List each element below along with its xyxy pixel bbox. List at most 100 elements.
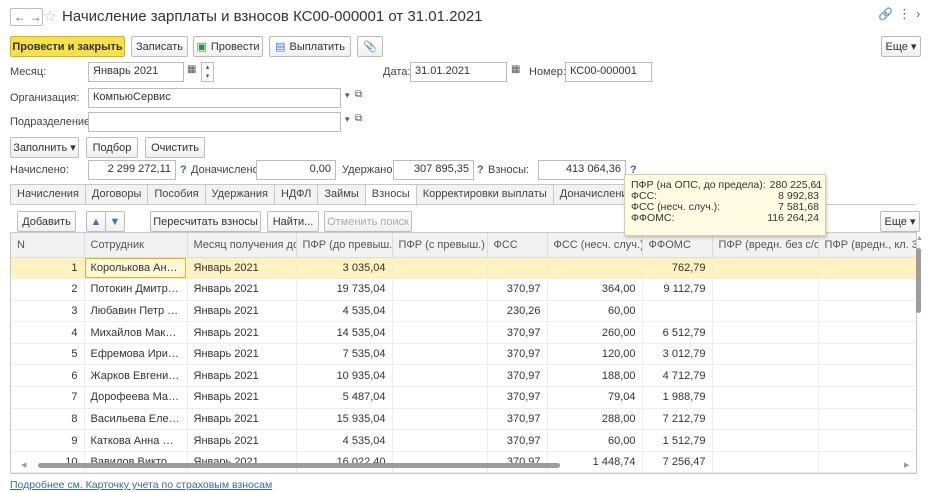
month-spin-button[interactable]: ▴ ▾ [201, 62, 214, 82]
table-cell[interactable] [392, 386, 488, 409]
forward-button[interactable]: → [29, 8, 43, 26]
table-cell[interactable]: 364,00 [547, 278, 643, 301]
tab-payment-corrections[interactable]: Корректировки выплаты [415, 184, 554, 205]
organization-open-icon[interactable]: ⧉ [355, 89, 362, 100]
table-cell[interactable] [392, 257, 488, 280]
table-cell[interactable]: Любавин Петр Ивано... [84, 300, 188, 323]
tab-contracts[interactable]: Договоры [84, 184, 149, 205]
organization-dropdown-icon[interactable]: ▾ [345, 90, 350, 101]
department-open-icon[interactable]: ⧉ [355, 113, 362, 124]
table-cell[interactable]: 4 [11, 321, 85, 344]
date-calendar-icon[interactable]: ▦ [511, 64, 520, 75]
tab-contributions[interactable]: Взносы [364, 184, 417, 206]
table-cell[interactable]: 60,00 [547, 300, 643, 323]
table-cell[interactable]: 3 012,79 [642, 343, 713, 366]
table-cell[interactable]: 370,97 [487, 278, 548, 301]
table-cell[interactable]: 60,00 [547, 429, 643, 452]
menu-icon[interactable]: ⋮ [898, 6, 911, 22]
table-cell[interactable]: Ефремова Ирина Ни... [84, 343, 188, 366]
post-button[interactable]: ▣ Провести [193, 36, 263, 57]
table-cell[interactable] [712, 451, 819, 473]
table-cell[interactable]: 1 988,79 [642, 386, 713, 409]
table-cell[interactable] [818, 386, 916, 409]
move-down-button[interactable]: ▼ [105, 211, 125, 232]
column-header-employee[interactable]: Сотрудник [84, 233, 188, 258]
more-menu-button[interactable]: Еще ▾ [881, 36, 921, 57]
table-cell[interactable]: 9 112,79 [642, 278, 713, 301]
table-cell[interactable] [392, 300, 488, 323]
table-cell[interactable]: Январь 2021 [187, 321, 297, 344]
table-cell[interactable]: 5 [11, 343, 85, 366]
table-cell[interactable]: Дорофеева Маргарит... [84, 386, 188, 409]
table-row[interactable]: 2Потокин Дмитрий Ол...Январь 202119 735,… [11, 278, 916, 301]
select-button[interactable]: Подбор [86, 137, 138, 158]
tooltip-close-icon[interactable]: × [813, 180, 819, 192]
table-row[interactable]: 5Ефремова Ирина Ни...Январь 20217 535,04… [11, 343, 916, 366]
table-cell[interactable]: 3 035,04 [296, 257, 393, 280]
table-cell[interactable] [392, 321, 488, 344]
table-row[interactable]: 6Жарков Евгений Лео...Январь 202110 935,… [11, 364, 916, 388]
month-field[interactable]: Январь 2021 [88, 62, 184, 82]
column-header-n[interactable]: N [11, 233, 85, 258]
table-cell[interactable] [712, 429, 819, 452]
table-cell[interactable] [818, 257, 916, 280]
table-cell[interactable]: 4 535,04 [296, 429, 393, 452]
column-header-fss-accident[interactable]: ФСС (несч. случ.) [547, 233, 643, 258]
contributions-card-link[interactable]: Подробнее см. Карточку учета по страховы… [10, 479, 272, 491]
table-cell[interactable]: 370,97 [487, 364, 548, 388]
table-cell[interactable]: 79,04 [547, 386, 643, 409]
organization-field[interactable]: КомпьюСервис [88, 88, 341, 108]
table-cell[interactable] [818, 300, 916, 323]
column-header-ffoms[interactable]: ФФОМС [642, 233, 713, 258]
table-cell[interactable]: 9 [11, 429, 85, 452]
table-row[interactable]: 8Васильева Елена Ви...Январь 202115 935,… [11, 408, 916, 431]
table-cell[interactable] [712, 386, 819, 409]
table-cell[interactable]: Январь 2021 [187, 429, 297, 452]
table-cell[interactable]: 5 487,04 [296, 386, 393, 409]
cancel-search-button[interactable]: Отменить поиск [324, 211, 412, 232]
table-cell[interactable]: 370,97 [487, 343, 548, 366]
table-cell[interactable] [392, 429, 488, 452]
table-cell[interactable] [818, 451, 916, 473]
column-header-pfr-harmful-3-1[interactable]: ПФР (вредн., кл. 3.1) [818, 233, 916, 258]
post-and-close-button[interactable]: Провести и закрыть [10, 36, 125, 57]
more-icon[interactable]: › [916, 6, 920, 21]
table-cell[interactable]: Январь 2021 [187, 278, 297, 301]
table-cell[interactable]: 1 512,79 [642, 429, 713, 452]
table-cell[interactable]: 1 448,74 [547, 451, 643, 473]
table-cell[interactable]: 370,97 [487, 321, 548, 344]
table-cell[interactable]: Каткова Анна Макси... [84, 429, 188, 452]
table-cell[interactable]: Жарков Евгений Лео... [84, 364, 188, 388]
table-row[interactable]: 3Любавин Петр Ивано...Январь 20214 535,0… [11, 300, 916, 323]
table-cell[interactable]: 1 [11, 257, 85, 280]
table-cell[interactable]: 3 [11, 300, 85, 323]
date-field[interactable]: 31.01.2021 [410, 62, 507, 82]
table-cell[interactable]: 14 535,04 [296, 321, 393, 344]
find-button[interactable]: Найти... [267, 211, 319, 232]
table-cell[interactable] [392, 278, 488, 301]
fill-button[interactable]: Заполнить ▾ [10, 137, 79, 158]
attach-button[interactable]: 📎 [357, 36, 383, 57]
tab-deductions[interactable]: Удержания [204, 184, 275, 205]
table-cell[interactable] [818, 343, 916, 366]
table-cell[interactable]: 15 935,04 [296, 408, 393, 431]
scroll-right-icon[interactable]: ▶ [904, 461, 909, 469]
number-field[interactable]: КС00-000001 [565, 62, 652, 82]
table-cell[interactable]: 230,26 [487, 300, 548, 323]
table-cell[interactable]: Январь 2021 [187, 343, 297, 366]
clear-button[interactable]: Очистить [145, 137, 205, 158]
table-cell[interactable]: 370,97 [487, 408, 548, 431]
tab-accruals[interactable]: Начисления [10, 184, 86, 205]
tab-loans[interactable]: Займы [317, 184, 366, 205]
table-cell[interactable] [818, 321, 916, 344]
column-header-month[interactable]: Месяц получения до... [187, 233, 297, 258]
table-cell[interactable]: 762,79 [642, 257, 713, 280]
table-cell[interactable] [487, 257, 548, 280]
table-cell[interactable] [818, 429, 916, 452]
table-cell[interactable] [392, 408, 488, 431]
table-cell[interactable]: Королькова Анна Ст... [84, 257, 188, 280]
table-cell[interactable] [712, 343, 819, 366]
favorite-star-icon[interactable]: ☆ [43, 7, 56, 25]
move-up-button[interactable]: ▲ [86, 211, 106, 232]
table-cell[interactable] [642, 300, 713, 323]
